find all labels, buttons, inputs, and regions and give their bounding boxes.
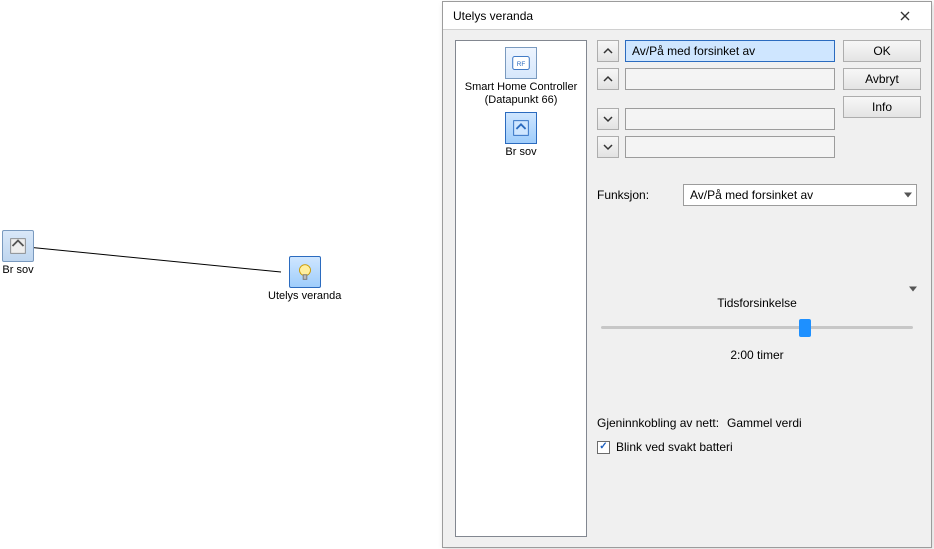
slot1-arrow[interactable] [597, 40, 619, 62]
node-light-label: Utelys veranda [268, 290, 341, 302]
switch-icon [2, 230, 34, 262]
properties-dialog: Utelys veranda RF Smart Home Controller … [442, 1, 932, 548]
slider-track [601, 326, 913, 329]
dialog-titlebar[interactable]: Utelys veranda [443, 2, 931, 30]
tree-controller-label: Smart Home Controller (Datapunkt 66) [465, 81, 577, 106]
lightbulb-icon [289, 256, 321, 288]
controller-icon: RF [505, 47, 537, 79]
delay-slider[interactable] [597, 316, 917, 338]
slot2[interactable] [625, 68, 835, 90]
info-button[interactable]: Info [843, 96, 921, 118]
tree-switch-label: Br sov [505, 146, 536, 159]
ok-button[interactable]: OK [843, 40, 921, 62]
function-select[interactable]: Av/På med forsinket av [683, 184, 917, 206]
node-light[interactable]: Utelys veranda [268, 256, 341, 302]
node-switch-label: Br sov [2, 264, 33, 276]
blink-label: Blink ved svakt batteri [616, 440, 733, 454]
slot3-arrow[interactable] [597, 108, 619, 130]
reconnect-value: Gammel verdi [727, 416, 802, 430]
chevron-down-icon [603, 114, 613, 124]
blink-checkbox[interactable]: ✓ Blink ved svakt batteri [597, 440, 917, 454]
chevron-up-icon [603, 74, 613, 84]
tree-switch[interactable]: Br sov [505, 112, 537, 159]
node-switch[interactable]: Br sov [2, 230, 34, 276]
dialog-title: Utelys veranda [453, 9, 885, 23]
slot2-arrow[interactable] [597, 68, 619, 90]
delay-value: 2:00 timer [597, 348, 917, 362]
chevron-down-icon [909, 286, 917, 291]
tree-controller[interactable]: RF Smart Home Controller (Datapunkt 66) [465, 47, 577, 106]
svg-text:RF: RF [517, 61, 526, 68]
device-tree[interactable]: RF Smart Home Controller (Datapunkt 66) … [455, 40, 587, 537]
slot1[interactable]: Av/På med forsinket av [625, 40, 835, 62]
tree-switch-icon [505, 112, 537, 144]
function-value: Av/På med forsinket av [690, 188, 813, 202]
slider-thumb[interactable] [799, 319, 811, 337]
checkbox-box: ✓ [597, 441, 610, 454]
chevron-down-icon [904, 193, 912, 198]
close-button[interactable] [885, 5, 925, 27]
cancel-button[interactable]: Avbryt [843, 68, 921, 90]
slot3[interactable] [625, 108, 835, 130]
slot4-arrow[interactable] [597, 136, 619, 158]
reconnect-select[interactable]: Gammel verdi [727, 416, 917, 430]
chevron-up-icon [603, 46, 613, 56]
reconnect-label: Gjeninnkobling av nett: [597, 416, 727, 430]
wire-line [0, 0, 440, 549]
delay-label: Tidsforsinkelse [597, 296, 917, 310]
function-label: Funksjon: [597, 188, 683, 202]
chevron-down-icon [603, 142, 613, 152]
slot4[interactable] [625, 136, 835, 158]
close-icon [900, 11, 910, 21]
